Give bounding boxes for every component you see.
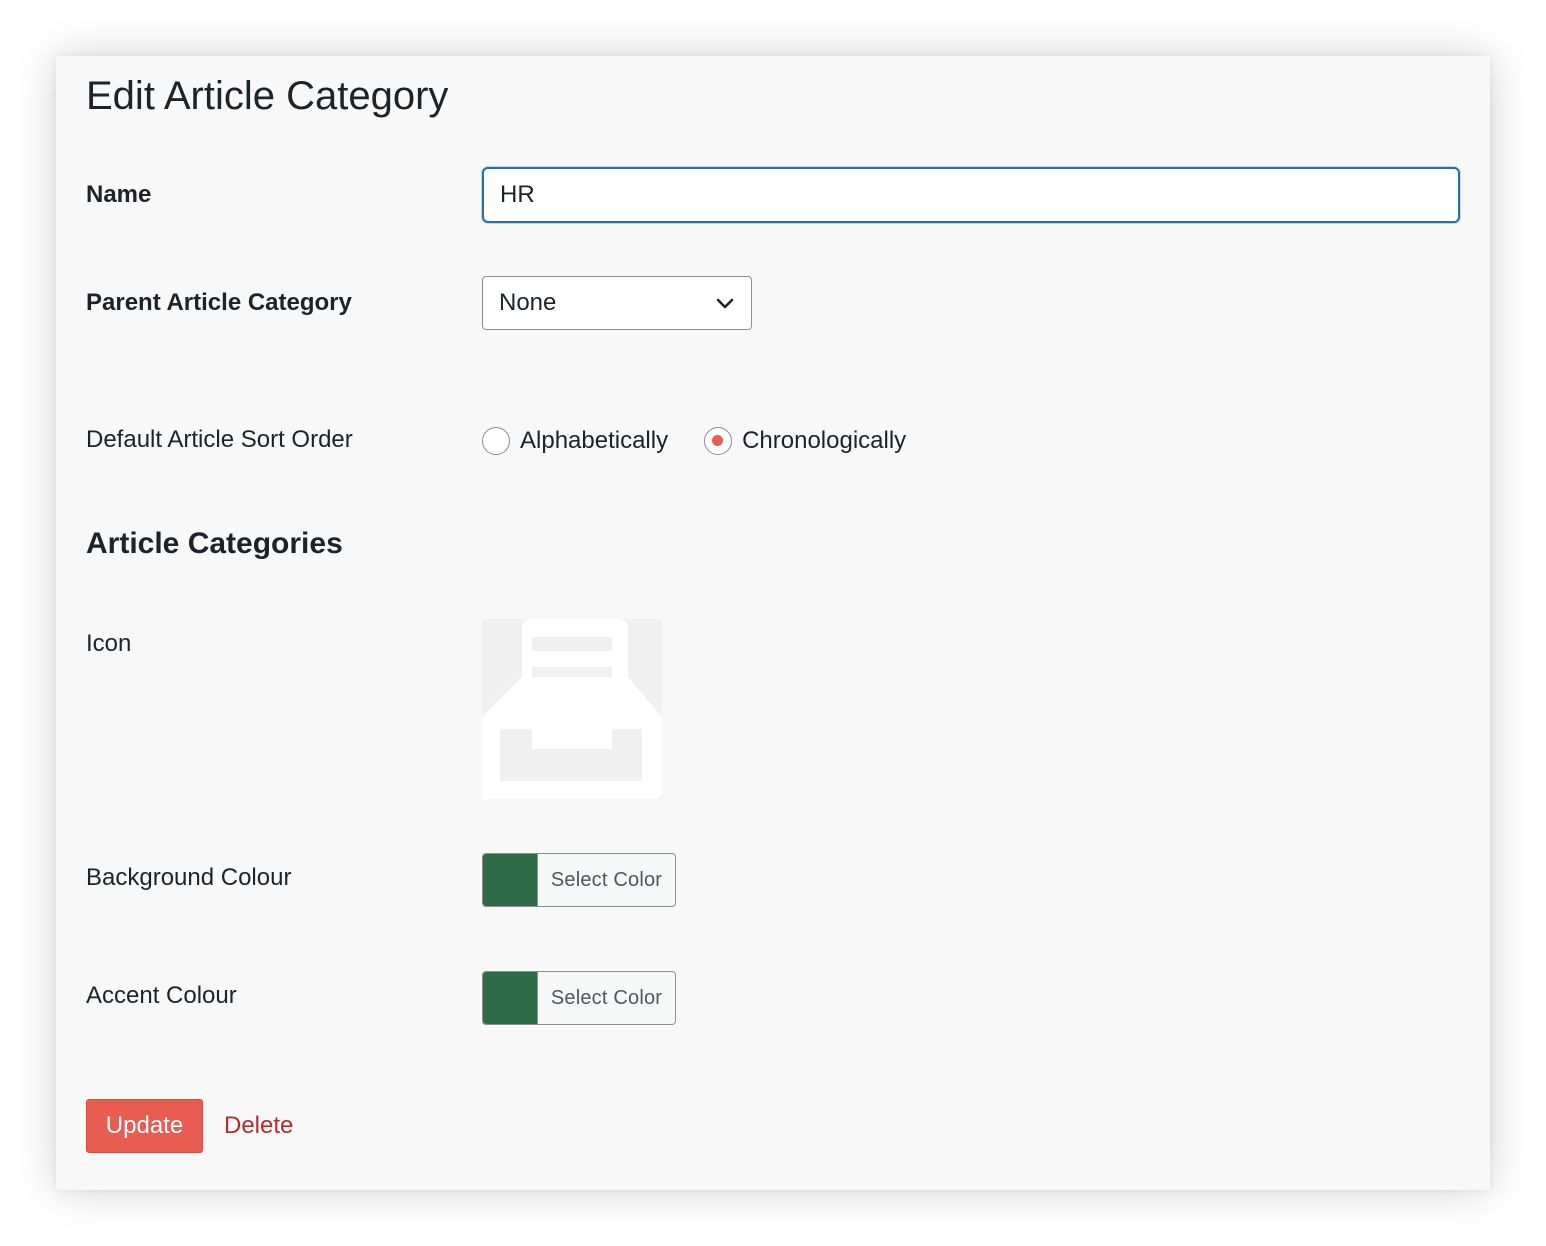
name-input[interactable]	[482, 167, 1460, 223]
chevron-down-icon	[716, 298, 734, 309]
background-colour-label: Background Colour	[86, 864, 292, 891]
update-button[interactable]: Update	[86, 1099, 203, 1153]
background-colour-swatch	[483, 854, 538, 906]
page-title: Edit Article Category	[86, 74, 449, 118]
sort-alphabetically-label: Alphabetically	[520, 427, 669, 454]
accent-colour-label: Accent Colour	[86, 982, 237, 1009]
article-categories-heading: Article Categories	[86, 527, 343, 560]
sort-alphabetically-radio[interactable]	[482, 427, 510, 455]
edit-category-panel: Edit Article Category Name Parent Articl…	[56, 56, 1490, 1190]
accent-colour-button[interactable]: Select Color	[482, 971, 676, 1025]
parent-category-select[interactable]: None	[482, 276, 752, 330]
icon-label: Icon	[86, 630, 132, 657]
sort-chronologically-label: Chronologically	[742, 427, 907, 454]
sort-chronologically-option[interactable]: Chronologically	[704, 426, 906, 456]
background-colour-button[interactable]: Select Color	[482, 853, 676, 907]
icon-picker[interactable]	[482, 619, 662, 799]
sort-order-radio-group: Alphabetically Chronologically	[482, 425, 942, 457]
sort-order-label: Default Article Sort Order	[86, 426, 353, 453]
background-colour-button-label: Select Color	[550, 868, 663, 891]
parent-category-label: Parent Article Category	[86, 289, 352, 316]
sort-alphabetically-option[interactable]: Alphabetically	[482, 426, 668, 456]
sort-chronologically-radio[interactable]	[704, 427, 733, 455]
inbox-tray-icon	[482, 619, 662, 799]
parent-category-selected-value: None	[499, 289, 557, 316]
accent-colour-button-label: Select Color	[550, 986, 663, 1009]
name-label: Name	[86, 181, 152, 208]
accent-colour-swatch	[483, 972, 538, 1024]
delete-link[interactable]: Delete	[224, 1111, 293, 1141]
